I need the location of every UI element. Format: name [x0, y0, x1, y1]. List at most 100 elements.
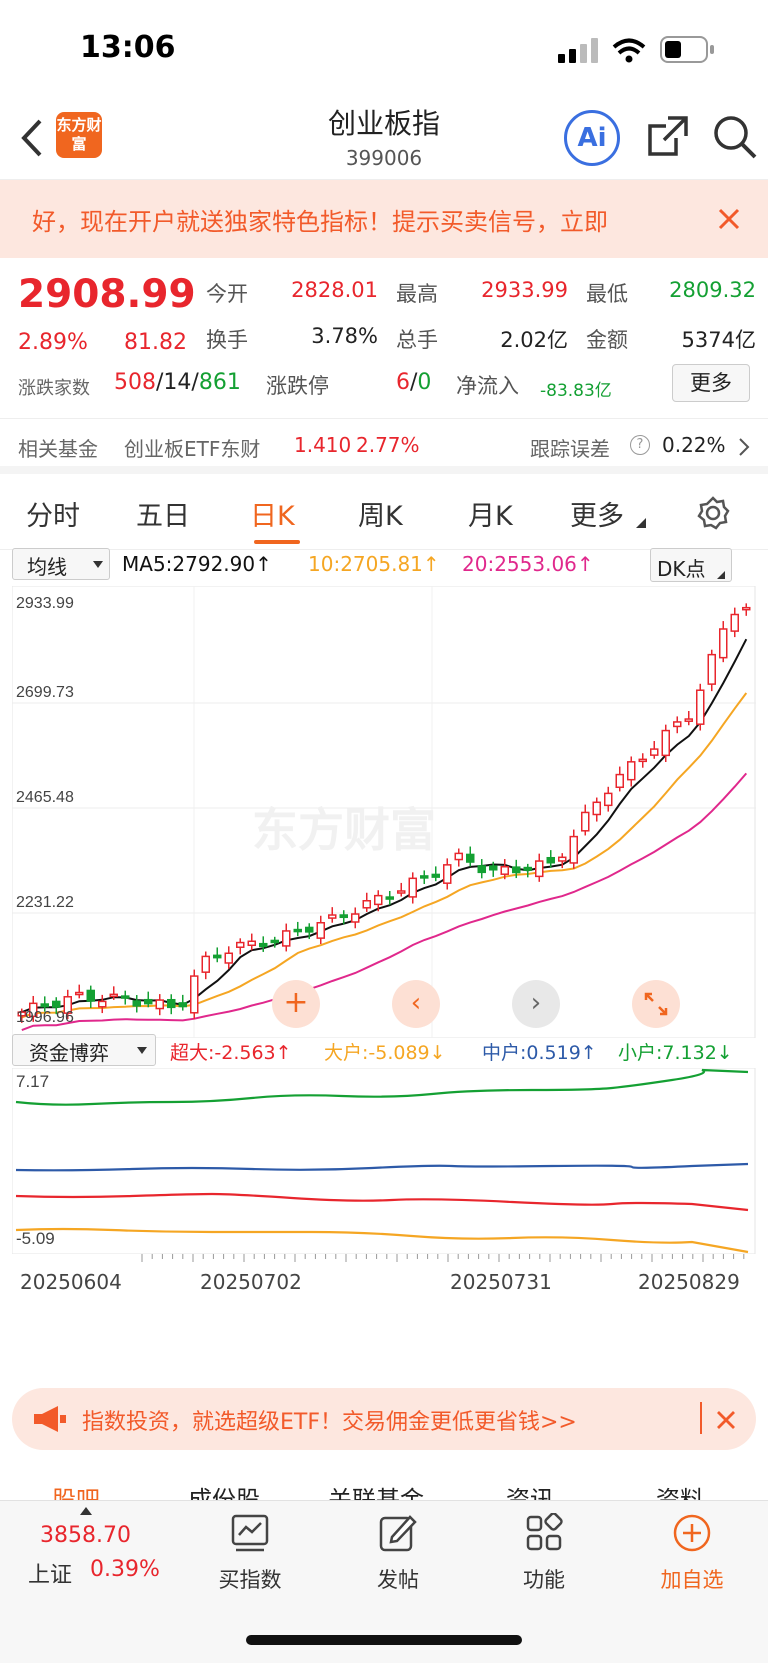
change-amount: 81.82: [124, 330, 187, 355]
candle-body: [742, 606, 751, 611]
tab-intraday[interactable]: 分时: [26, 494, 80, 533]
breadth-label: 涨跌家数: [18, 378, 90, 399]
tab-more[interactable]: 更多: [570, 494, 624, 533]
candle-body: [592, 801, 601, 816]
kline-chart[interactable]: 东方财富 2933.99 2699.73 2465.48 2231.22 1996.96: [12, 586, 756, 1038]
ai-button[interactable]: Ai: [564, 110, 620, 166]
candle-body: [316, 922, 325, 939]
fullscreen-icon[interactable]: [632, 980, 680, 1028]
sh-index-percent[interactable]: 0.39%: [90, 1557, 160, 1582]
dk-point-selector[interactable]: DK点: [650, 548, 732, 582]
amount-value: 5374亿: [681, 328, 756, 352]
candle-body: [466, 853, 475, 863]
capital-flow-chart[interactable]: 7.17 -5.09: [12, 1068, 756, 1254]
candle-body: [730, 613, 739, 632]
close-icon[interactable]: [718, 208, 740, 230]
sh-index-value[interactable]: 3858.70: [40, 1523, 131, 1548]
mid-flow: 中户:0.519↑: [482, 1042, 597, 1064]
caret-up-icon: [80, 1507, 92, 1515]
home-indicator: [246, 1635, 522, 1645]
candle-body: [696, 689, 705, 725]
functions-button[interactable]: 功能: [494, 1512, 594, 1594]
candle-body: [615, 773, 624, 789]
share-icon[interactable]: [646, 114, 690, 158]
back-icon[interactable]: [20, 118, 44, 158]
y-axis-label: 2465.48: [16, 789, 74, 806]
candle-body: [443, 864, 452, 884]
watermark: 东方财富: [252, 804, 436, 856]
net-inflow-label: 净流入: [456, 374, 519, 398]
subtab-guba[interactable]: 股吧: [52, 1480, 100, 1500]
capital-y-bottom: -5.09: [16, 1229, 55, 1248]
candle-body: [546, 856, 555, 864]
candle-body: [40, 1003, 49, 1008]
plus-circle-icon: [673, 1514, 711, 1552]
candle-body: [604, 792, 613, 807]
y-axis-label: 1996.96: [16, 1009, 74, 1026]
candle-body: [477, 865, 486, 874]
status-bar: 13:06: [0, 0, 768, 90]
candle-body: [190, 975, 199, 1014]
active-tab-indicator: [254, 540, 300, 544]
tab-five-day[interactable]: 五日: [136, 494, 190, 533]
caret-down-icon: [93, 561, 103, 568]
scroll-left-button[interactable]: ‹: [392, 980, 440, 1028]
candle-body: [259, 942, 268, 948]
candle-body: [109, 993, 118, 998]
candle-body: [282, 930, 291, 947]
subtab-profile[interactable]: 资料: [656, 1480, 704, 1500]
candle-body: [236, 941, 245, 948]
buy-index-button[interactable]: 买指数: [200, 1513, 300, 1594]
more-button[interactable]: 更多: [672, 364, 750, 402]
date-label-3: 20250731: [450, 1270, 552, 1294]
tab-weekly-k[interactable]: 周K: [358, 494, 403, 533]
capital-selector[interactable]: 资金博弈: [12, 1034, 156, 1066]
candle-body: [454, 852, 463, 861]
candle-body: [569, 835, 578, 864]
candle-body: [420, 875, 429, 879]
close-icon[interactable]: [716, 1410, 736, 1430]
change-percent: 2.89%: [18, 330, 88, 355]
net-inflow-value: -83.83亿: [540, 381, 612, 401]
subtab-news[interactable]: 资讯: [506, 1480, 554, 1500]
promo-banner[interactable]: 好，现在开户就送独家特色指标！提示买卖信号，立即: [0, 180, 768, 258]
last-price: 2908.99: [18, 272, 196, 317]
post-button[interactable]: 发帖: [348, 1513, 448, 1594]
signal-icon: [558, 38, 598, 63]
scroll-right-button[interactable]: ›: [512, 980, 560, 1028]
related-fund-row[interactable]: 相关基金 创业板ETF东财 1.410 2.77% 跟踪误差 ? 0.22%: [0, 418, 768, 474]
amount-label: 金额: [586, 328, 628, 352]
add-watchlist-button[interactable]: 加自选: [642, 1513, 742, 1594]
ma20-value: 20:2553.06↑: [462, 552, 594, 576]
low-label: 最低: [586, 282, 628, 306]
candle-body: [86, 989, 95, 1002]
super-large-flow: 超大:-2.563↑: [170, 1042, 292, 1064]
candle-body: [684, 718, 693, 722]
help-icon[interactable]: ?: [630, 435, 650, 455]
candle-body: [270, 939, 279, 944]
sh-index-name[interactable]: 上证: [28, 1557, 72, 1589]
battery-icon: [660, 36, 714, 63]
indicator-selector[interactable]: 均线: [12, 548, 110, 580]
y-axis-label: 2933.99: [16, 595, 74, 612]
zoom-in-button[interactable]: +: [272, 980, 320, 1028]
tab-monthly-k[interactable]: 月K: [468, 494, 513, 533]
tab-daily-k[interactable]: 日K: [250, 494, 295, 533]
candle-body: [98, 1000, 107, 1008]
candle-body: [75, 991, 84, 996]
subtab-constituents[interactable]: 成份股: [188, 1480, 260, 1500]
candle-body: [247, 940, 256, 947]
chart-area[interactable]: 均线 MA5:2792.90↑ 10:2705.81↑ 20:2553.06↑ …: [0, 548, 768, 1368]
dropdown-triangle-icon: [717, 571, 725, 579]
candle-body: [661, 729, 670, 757]
search-icon[interactable]: [712, 114, 758, 160]
subtab-related-funds[interactable]: 关联基金: [328, 1480, 424, 1500]
sub-tabs: 股吧 成份股 关联基金 资讯 资料: [0, 1460, 768, 1500]
etf-ad-banner[interactable]: 指数投资，就选超级ETF！交易佣金更低更省钱>>: [12, 1388, 756, 1450]
candle-body: [581, 811, 590, 832]
volume-label: 总手: [396, 328, 438, 352]
gear-icon[interactable]: [696, 496, 730, 530]
limit-values: 6/0: [396, 370, 432, 395]
edit-icon: [379, 1515, 417, 1552]
candle-body: [201, 955, 210, 973]
